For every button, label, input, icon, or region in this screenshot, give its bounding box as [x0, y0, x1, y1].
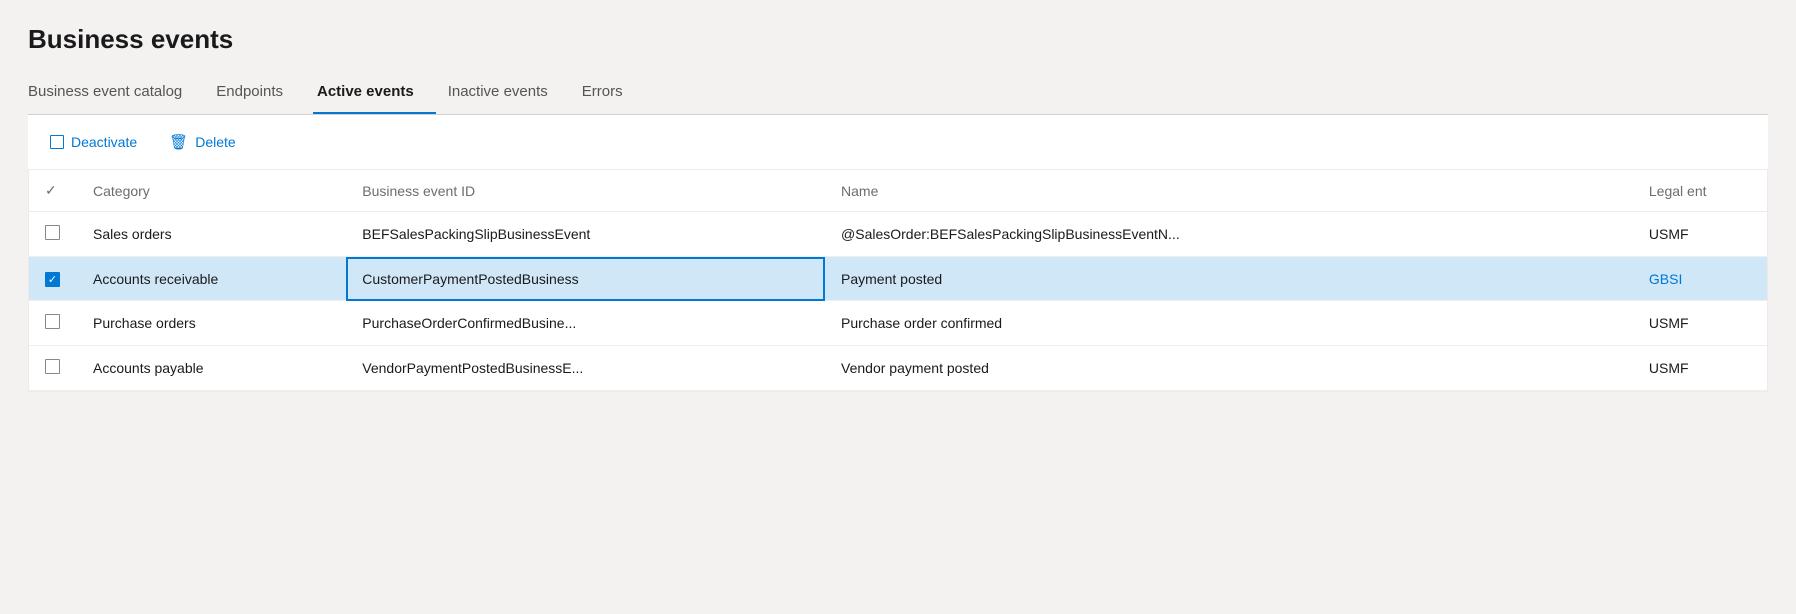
page-container: Business events Business event catalogEn… [0, 0, 1796, 614]
table-header: ✓ Category Business event ID Name Legal … [29, 170, 1767, 212]
row-checkbox[interactable]: ✓ [45, 272, 60, 287]
deactivate-label: Deactivate [71, 134, 137, 150]
table-row[interactable]: ✓ Accounts receivableCustomerPaymentPoste… [29, 257, 1767, 301]
row-legal: USMF [1633, 346, 1767, 391]
trash-icon: 🗑 [169, 133, 188, 151]
tab-endpoints[interactable]: Endpoints [212, 73, 305, 114]
row-checkbox-cell[interactable] [29, 212, 77, 257]
row-name: Purchase order confirmed [825, 301, 1633, 346]
row-legal: USMF [1633, 301, 1767, 346]
page-title: Business events [28, 24, 1768, 55]
row-category: Purchase orders [77, 301, 346, 346]
tab-active[interactable]: Active events [313, 73, 436, 114]
col-category: Category [77, 170, 346, 212]
row-checkbox-cell[interactable] [29, 301, 77, 346]
col-check: ✓ [29, 170, 77, 212]
events-table: ✓ Category Business event ID Name Legal … [29, 170, 1767, 391]
delete-label: Delete [195, 134, 235, 150]
table-row[interactable]: Purchase ordersPurchaseOrderConfirmedBus… [29, 301, 1767, 346]
row-category: Accounts payable [77, 346, 346, 391]
toolbar: Deactivate 🗑 Delete [28, 115, 1768, 170]
row-name: Vendor payment posted [825, 346, 1633, 391]
row-legal[interactable]: GBSI [1633, 257, 1767, 301]
table-row[interactable]: Accounts payableVendorPaymentPostedBusin… [29, 346, 1767, 391]
row-checkbox[interactable] [45, 225, 60, 240]
col-event-id: Business event ID [346, 170, 825, 212]
row-name: @SalesOrder:BEFSalesPackingSlipBusinessE… [825, 212, 1633, 257]
row-event-id: CustomerPaymentPostedBusiness [346, 257, 825, 301]
tab-inactive[interactable]: Inactive events [444, 73, 570, 114]
row-name: Payment posted [825, 257, 1633, 301]
deactivate-checkbox-icon [50, 135, 64, 149]
col-name: Name [825, 170, 1633, 212]
tab-catalog[interactable]: Business event catalog [28, 73, 204, 114]
table-body: Sales ordersBEFSalesPackingSlipBusinessE… [29, 212, 1767, 391]
row-checkbox[interactable] [45, 359, 60, 374]
tabs-bar: Business event catalogEndpointsActive ev… [28, 73, 1768, 115]
row-checkbox-cell[interactable]: ✓ [29, 257, 77, 301]
tab-errors[interactable]: Errors [578, 73, 645, 114]
row-event-id: VendorPaymentPostedBusinessE... [346, 346, 825, 391]
table-row[interactable]: Sales ordersBEFSalesPackingSlipBusinessE… [29, 212, 1767, 257]
row-event-id: PurchaseOrderConfirmedBusine... [346, 301, 825, 346]
row-event-id: BEFSalesPackingSlipBusinessEvent [346, 212, 825, 257]
deactivate-button[interactable]: Deactivate [44, 130, 143, 154]
row-checkbox-cell[interactable] [29, 346, 77, 391]
row-category: Sales orders [77, 212, 346, 257]
delete-button[interactable]: 🗑 Delete [163, 129, 242, 155]
row-checkbox[interactable] [45, 314, 60, 329]
table-container: ✓ Category Business event ID Name Legal … [28, 170, 1768, 392]
row-category: Accounts receivable [77, 257, 346, 301]
row-legal: USMF [1633, 212, 1767, 257]
col-legal: Legal ent [1633, 170, 1767, 212]
